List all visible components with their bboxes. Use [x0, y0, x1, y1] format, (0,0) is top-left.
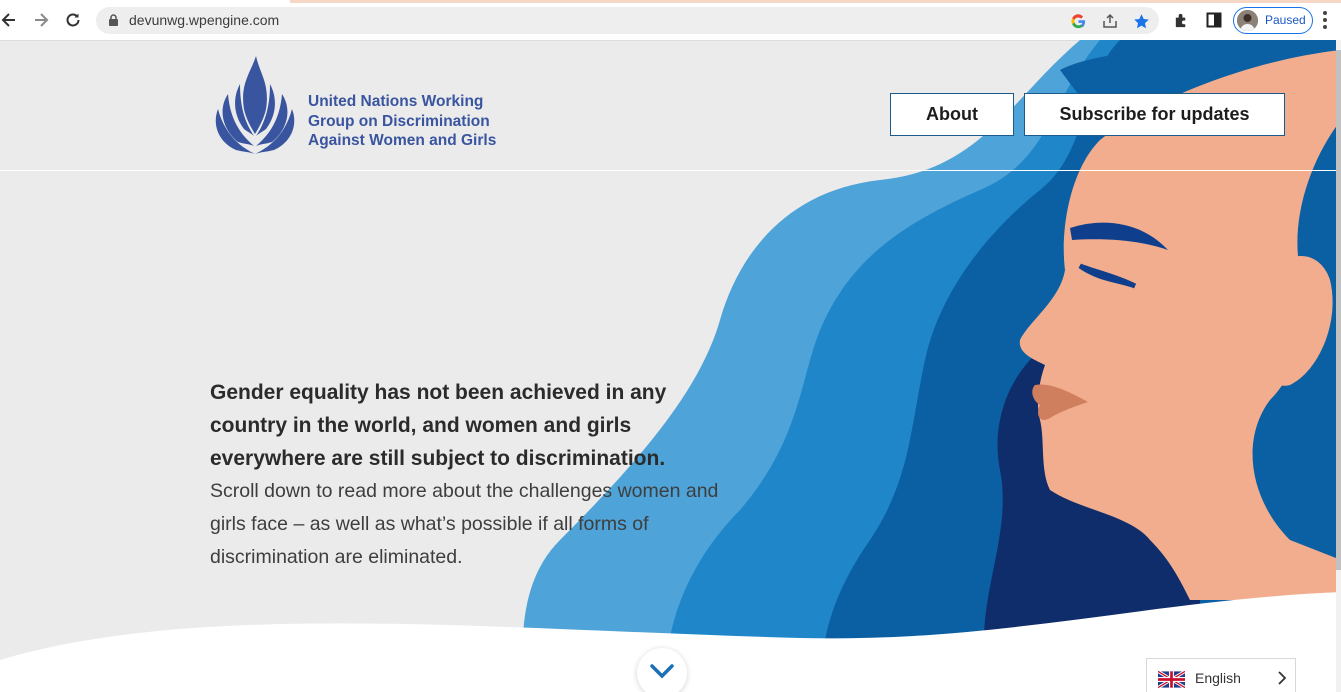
scrollbar[interactable]	[1336, 40, 1341, 692]
language-label: English	[1195, 670, 1241, 686]
address-bar[interactable]: devunwg.wpengine.com	[96, 7, 1159, 34]
share-icon[interactable]	[1101, 12, 1119, 30]
extensions-icon[interactable]	[1172, 11, 1190, 29]
back-icon[interactable]	[0, 8, 21, 32]
google-icon[interactable]	[1069, 12, 1087, 30]
hero-headline: Gender equality has not been achieved in…	[210, 381, 667, 470]
scroll-down-button[interactable]	[637, 648, 687, 692]
hero-body: Scroll down to read more about the chall…	[210, 480, 719, 568]
hero-text: Gender equality has not been achieved in…	[210, 376, 730, 574]
uk-flag-icon	[1157, 670, 1186, 692]
about-button[interactable]: About	[890, 93, 1014, 136]
avatar	[1237, 10, 1258, 31]
subscribe-button[interactable]: Subscribe for updates	[1024, 93, 1285, 136]
menu-icon[interactable]	[1322, 10, 1328, 35]
profile-status: Paused	[1265, 13, 1306, 27]
chevron-right-icon	[1277, 671, 1287, 690]
reload-icon[interactable]	[61, 8, 85, 32]
web-page: United Nations Working Group on Discrimi…	[0, 40, 1341, 692]
header-divider	[0, 170, 1336, 171]
forward-icon[interactable]	[29, 8, 53, 32]
scrollbar-thumb[interactable]	[1336, 50, 1341, 570]
browser-toolbar: devunwg.wpengine.com Paused	[0, 0, 1341, 41]
url-text[interactable]: devunwg.wpengine.com	[129, 12, 279, 28]
lock-icon[interactable]	[108, 14, 119, 32]
logo-text[interactable]: United Nations Working Group on Discrimi…	[308, 92, 528, 151]
sidepanel-icon[interactable]	[1205, 11, 1223, 29]
language-switcher[interactable]: English	[1146, 658, 1296, 692]
un-logo-icon[interactable]	[210, 54, 300, 161]
hero-illustration	[0, 40, 1341, 692]
chevron-down-icon	[649, 663, 675, 684]
profile-button[interactable]: Paused	[1233, 7, 1313, 34]
star-icon[interactable]	[1132, 12, 1150, 30]
tab-strip-accent	[290, 0, 1341, 3]
